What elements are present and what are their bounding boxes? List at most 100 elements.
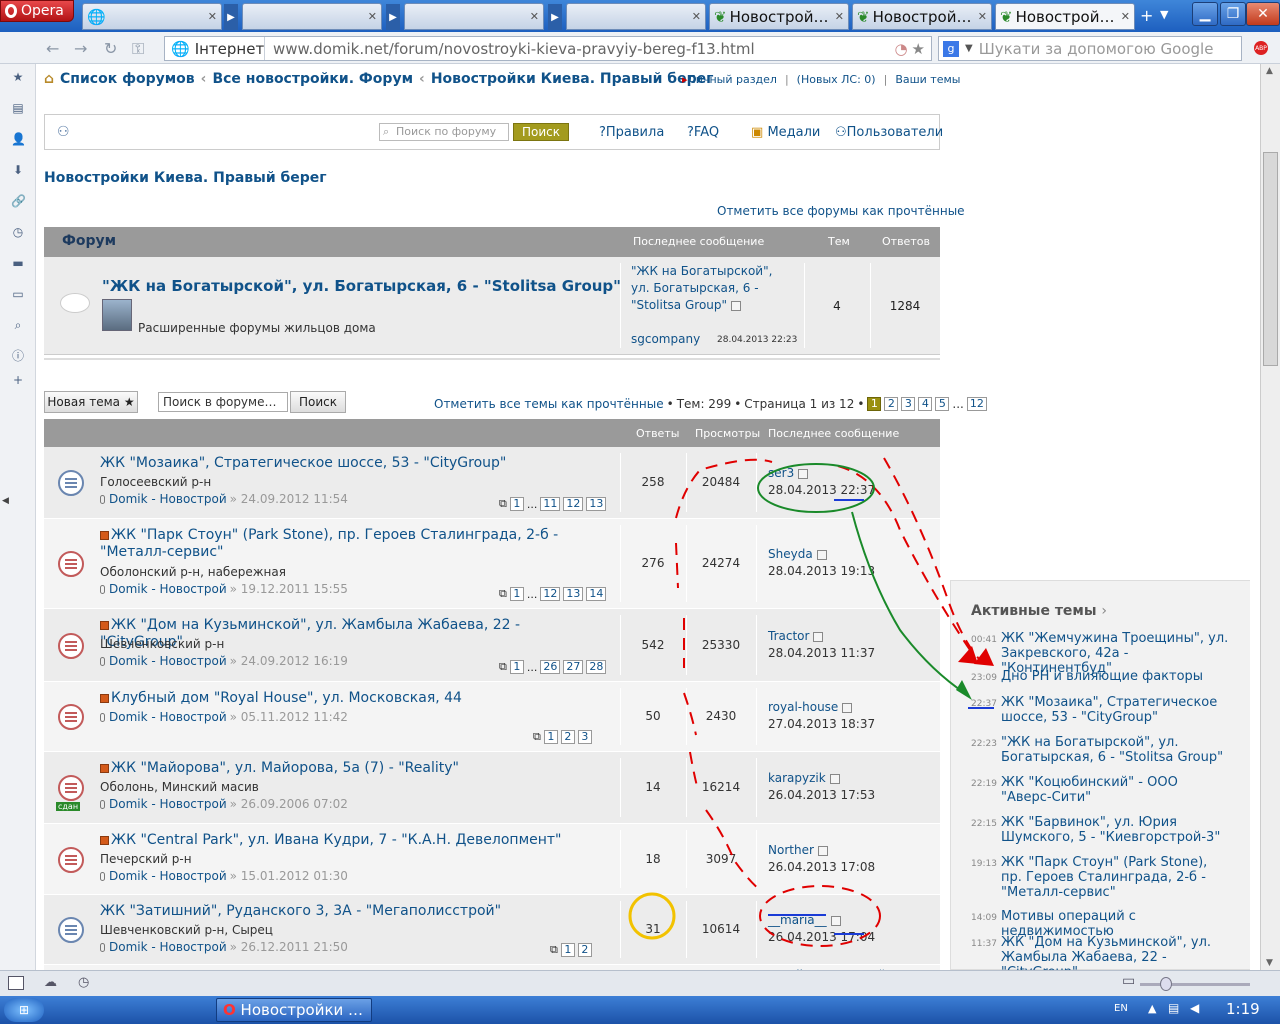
topic-author[interactable]: Domik - Новострой (109, 710, 227, 724)
speed-dial-icon[interactable]: ◷ (78, 975, 89, 990)
close-tab-icon[interactable]: ✕ (1121, 10, 1130, 23)
view-latest-post-icon[interactable] (813, 631, 824, 642)
topic-page-link[interactable]: 12 (540, 587, 561, 601)
history-icon[interactable]: ◷ (11, 225, 25, 239)
topic-page-link[interactable]: 2 (560, 730, 575, 744)
active-topic-title[interactable]: ЖК "Барвинок", ул. Юрия Шумского, 5 - "К… (1001, 815, 1231, 845)
view-latest-post-icon[interactable] (798, 468, 809, 479)
topic-page-link[interactable]: 26 (540, 660, 561, 674)
url-field[interactable]: 🌐 Інтернет www.domik.net/forum/novostroyk… (164, 36, 932, 61)
panel-toggle-icon[interactable]: ◀ (2, 496, 9, 506)
tab-2[interactable]: ✕ (242, 3, 382, 30)
page-link[interactable]: 4 (918, 397, 933, 411)
last-post-user[interactable]: Norther (768, 843, 814, 857)
mark-forums-read-link[interactable]: Отметить все форумы как прочтённые (717, 204, 965, 218)
network-icon[interactable]: ▤ (1168, 1001, 1179, 1015)
topic-page-link[interactable]: 13 (586, 497, 607, 511)
users-link[interactable]: ⚇Пользователи (835, 125, 943, 140)
tab-list-icon[interactable]: ▼ (1160, 8, 1168, 21)
opera-menu-button[interactable]: Opera (0, 0, 74, 22)
topic-page-link[interactable]: 14 (586, 587, 607, 601)
page-link[interactable]: 12 (966, 397, 987, 411)
topic-page-link[interactable]: 1 (509, 660, 524, 674)
tab-arrow-icon[interactable]: ▶ (386, 4, 400, 30)
close-tab-icon[interactable]: ✕ (978, 10, 987, 23)
medals-link[interactable]: ▣ Медали (751, 125, 820, 140)
tab-4[interactable]: ✕ (566, 3, 706, 30)
last-post-user[interactable]: __maria__ (768, 913, 827, 927)
last-post-user[interactable]: ser3 (768, 466, 794, 480)
mail-icon[interactable]: ▭ (11, 287, 25, 301)
zoom-slider[interactable] (1140, 983, 1250, 986)
topic-title[interactable]: ЖК "Парк Стоун" (Park Stone), пр. Героев… (100, 527, 600, 561)
search-in-forum-input[interactable]: Поиск в форуме… (158, 392, 288, 412)
minimize-icon[interactable]: ▁ (1192, 2, 1218, 26)
scroll-up-icon[interactable]: ▲ (1266, 66, 1273, 76)
tab-3[interactable]: ✕ (404, 3, 544, 30)
active-topic-title[interactable]: ЖК "Коцюбинский" - ООО "Аверс-Сити" (1001, 775, 1231, 805)
home-icon[interactable]: ⌂ (44, 71, 54, 87)
taskbar-opera-window[interactable]: O Новостройки … (216, 998, 372, 1022)
panel-icon[interactable] (8, 976, 24, 990)
breadcrumb-current-forum[interactable]: Новостройки Киева. Правый берег (431, 71, 714, 87)
topic-author[interactable]: Domik - Новострой (109, 582, 227, 596)
view-latest-post-icon[interactable] (830, 915, 841, 926)
topic-author[interactable]: Domik - Новострой (109, 654, 227, 668)
subforum-last-post-title[interactable]: "ЖК на Богатырской", ул. Богатырская, 6 … (631, 263, 791, 314)
forum-title[interactable]: Новостройки Киева. Правый берег (44, 170, 327, 186)
chat-icon[interactable]: ▬ (11, 256, 25, 270)
topic-author[interactable]: Domik - Новострой (109, 869, 227, 883)
downloads-icon[interactable]: ⬇ (11, 163, 25, 177)
faq-link[interactable]: ?FAQ (687, 125, 719, 140)
personal-link[interactable]: ▸Личный раздел (682, 73, 777, 86)
dropdown-arrow-icon[interactable]: ▼ (965, 43, 973, 54)
windows-start-icon[interactable]: ⊞ (4, 998, 44, 1022)
tab-1[interactable]: 🌐 ✕ (82, 3, 222, 30)
info-icon[interactable]: ⓘ (11, 349, 25, 363)
tray-arrow-icon[interactable]: ▲ (1148, 1002, 1156, 1015)
vertical-scrollbar[interactable]: ▲ ▼ (1260, 64, 1280, 970)
add-panel-icon[interactable]: + (11, 373, 25, 387)
zoom-slider-handle[interactable] (1160, 977, 1172, 991)
topic-page-link[interactable]: 13 (563, 587, 584, 601)
topic-author[interactable]: Domik - Новострой (109, 797, 227, 811)
contacts-icon[interactable]: 👤 (11, 132, 26, 146)
last-post-user[interactable]: royal-house (768, 700, 838, 714)
view-latest-post-icon[interactable] (842, 702, 853, 713)
new-tab-icon[interactable]: + (1140, 6, 1153, 25)
topic-author[interactable]: Domik - Новострой (109, 940, 227, 954)
topic-title[interactable]: ЖК "Central Park", ул. Ивана Кудри, 7 - … (100, 832, 600, 849)
topic-page-link[interactable]: 1 (509, 587, 524, 601)
page-link[interactable]: 3 (901, 397, 916, 411)
key-icon[interactable]: ⚿ (132, 39, 144, 59)
bookmarks-icon[interactable]: ★ (11, 70, 25, 84)
view-latest-post-icon[interactable] (816, 549, 827, 560)
subforum-title[interactable]: "ЖК на Богатырской", ул. Богатырская, 6 … (102, 277, 621, 295)
topic-page-link[interactable]: 1 (560, 943, 575, 957)
forward-icon[interactable]: → (74, 39, 87, 58)
close-window-icon[interactable]: ✕ (1246, 2, 1280, 26)
last-post-user[interactable]: Sheyda (768, 547, 813, 561)
page-link[interactable]: 1 (867, 397, 882, 411)
active-topics-header[interactable]: Активные темы › (971, 603, 1107, 619)
last-post-user[interactable]: karapyzik (768, 771, 826, 785)
active-topic-title[interactable]: "ЖК на Богатырской", ул. Богатырская, 6 … (1001, 735, 1231, 765)
scrollbar-thumb[interactable] (1263, 152, 1278, 366)
subforum-last-post-user[interactable]: sgcompany (631, 332, 700, 346)
rules-link[interactable]: ?Правила (599, 125, 664, 140)
volume-icon[interactable]: ◀ (1190, 1001, 1199, 1015)
zoom-icon[interactable]: ▭ (1122, 973, 1135, 989)
cloud-icon[interactable]: ☁ (44, 975, 57, 990)
tab-arrow-icon[interactable]: ▶ (224, 4, 238, 30)
close-tab-icon[interactable]: ✕ (692, 10, 701, 23)
active-topic-title[interactable]: Дно РН и влияющие факторы (1001, 669, 1231, 684)
breadcrumb-forum-list[interactable]: Список форумов (60, 71, 195, 87)
forum-search-button[interactable]: Поиск (513, 123, 569, 141)
close-tab-icon[interactable]: ✕ (368, 10, 377, 23)
topic-page-link[interactable]: 28 (586, 660, 607, 674)
view-post-icon[interactable] (731, 300, 742, 311)
security-indicator[interactable]: 🌐 Інтернет (165, 37, 265, 60)
new-topic-button[interactable]: Новая тема ★ (44, 391, 138, 413)
forum-search-input[interactable]: ⌕ Поиск по форуму (379, 123, 509, 141)
maximize-icon[interactable]: ❐ (1220, 2, 1246, 26)
